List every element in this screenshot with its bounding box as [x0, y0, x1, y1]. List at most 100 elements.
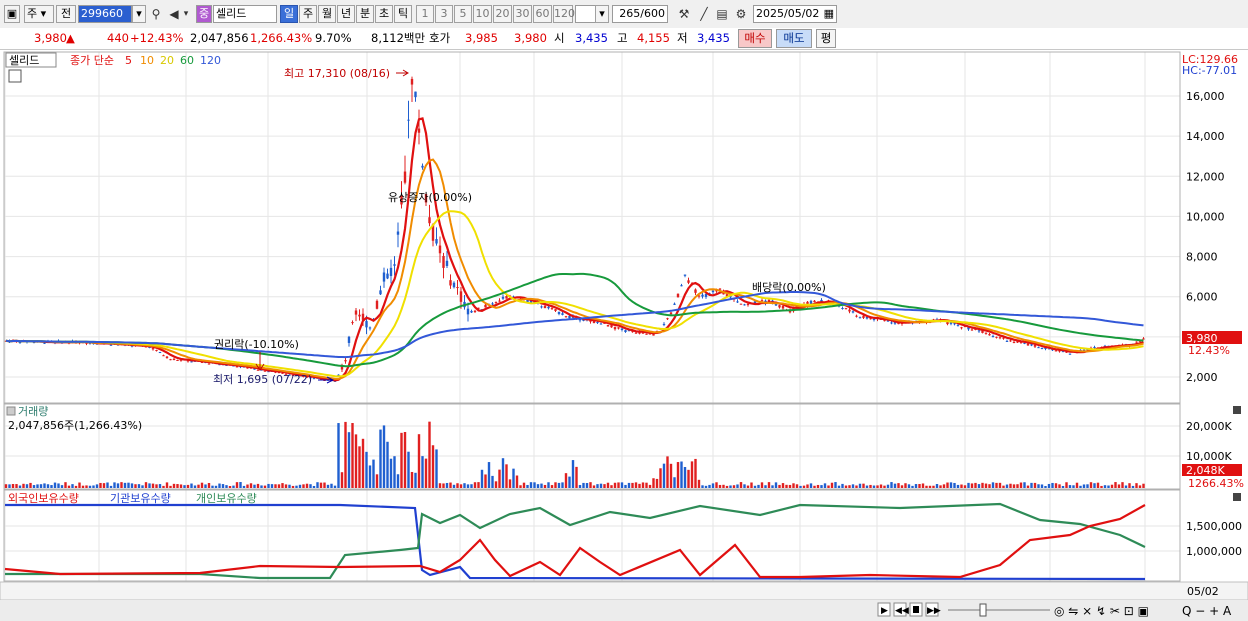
- interval-10[interactable]: 10: [473, 5, 492, 23]
- svg-text:▶: ▶: [881, 606, 888, 616]
- high-label: 고: [617, 31, 628, 45]
- period-minute[interactable]: 분: [356, 5, 374, 23]
- volume-panel-close-icon[interactable]: [1233, 406, 1241, 414]
- ma20-legend: 20: [160, 54, 174, 67]
- last-price-pct: 12.43%: [1188, 344, 1230, 357]
- last-volume-label: 2,048K: [1186, 464, 1225, 477]
- interval-120[interactable]: 120: [553, 5, 575, 23]
- toolbar: ▣ 주 ▾ 전 299660 ▾ ⚲ ◀ ▾ 중 셀리드 일 주 월 년 분 초…: [0, 0, 1248, 29]
- holding-lines: [4, 502, 1146, 581]
- volume-panel-frame: [3, 403, 1181, 490]
- dividend-annotation: 배당락(0.00%): [752, 281, 826, 294]
- moving-average-lines: [5, 117, 1144, 382]
- rights-annotation: 권리락(-10.10%): [214, 338, 299, 351]
- institution-line: [5, 503, 1146, 581]
- ma10-legend: 10: [140, 54, 154, 67]
- price-y-tick: 12,000: [1186, 170, 1225, 183]
- stock-name-field[interactable]: 셀리드: [213, 5, 277, 23]
- period-year[interactable]: 년: [337, 5, 355, 23]
- interval-5[interactable]: 5: [454, 5, 472, 23]
- period-week[interactable]: 주: [299, 5, 317, 23]
- high-price: 4,155: [637, 31, 670, 45]
- price-y-tick: 2,000: [1186, 371, 1218, 384]
- interval-60[interactable]: 60: [533, 5, 552, 23]
- price-change-pct: +12.43%: [130, 31, 184, 45]
- ma20-line: [5, 210, 1144, 378]
- holding-panel-frame: [3, 489, 1181, 582]
- date-input[interactable]: 2025/05/02 ▦: [753, 5, 837, 23]
- svg-text:▶▶: ▶▶: [927, 606, 941, 616]
- period-month[interactable]: 월: [318, 5, 336, 23]
- stock-badge: 중: [196, 5, 212, 23]
- eval-button[interactable]: 평: [816, 29, 836, 48]
- price-y-tick: 6,000: [1186, 291, 1218, 304]
- volume-value: 2,047,856주(1,266.43%): [8, 419, 142, 432]
- period-day[interactable]: 일: [280, 5, 298, 23]
- zoom-tools-icon[interactable]: Q − + A: [1182, 604, 1232, 618]
- period-second[interactable]: 초: [375, 5, 393, 23]
- chart-tools-icon[interactable]: ⚒: [676, 6, 692, 22]
- legend-individual: 개인보유수량: [196, 492, 257, 505]
- speaker-icon[interactable]: ◀: [166, 6, 182, 22]
- stock-code-input[interactable]: 299660: [78, 5, 132, 23]
- ask-price-1: 3,985: [465, 31, 498, 45]
- buy-button[interactable]: 매수: [738, 29, 772, 48]
- high-annotation: 최고 17,310 (08/16): [284, 67, 390, 80]
- grid-toggle-icon[interactable]: [8, 69, 22, 83]
- foreign-line: [4, 504, 1146, 579]
- ma60-legend: 60: [180, 54, 194, 67]
- calendar-icon[interactable]: ▦: [824, 6, 834, 22]
- price-y-tick: 14,000: [1186, 130, 1225, 143]
- speaker-dropdown-icon[interactable]: ▾: [181, 6, 191, 22]
- code-dropdown-icon[interactable]: ▾: [132, 5, 146, 23]
- ma5-legend: 5: [125, 54, 132, 67]
- panel-stock-name: 셀리드: [9, 54, 39, 67]
- trade-amount: 8,112백만: [371, 31, 426, 45]
- ma5-line: [5, 117, 1144, 382]
- open-price: 3,435: [575, 31, 608, 45]
- interval-3[interactable]: 3: [435, 5, 453, 23]
- capital-increase-annotation: 유상증자(0.00%): [388, 191, 472, 204]
- interval-1[interactable]: 1: [416, 5, 434, 23]
- search-icon[interactable]: ⚲: [148, 6, 164, 22]
- low-price: 3,435: [697, 31, 730, 45]
- ask-price-2: 3,980: [514, 31, 547, 45]
- market-mode-select[interactable]: 주 ▾: [24, 5, 54, 23]
- market-mode-label: 주: [27, 7, 38, 20]
- interval-30[interactable]: 30: [513, 5, 532, 23]
- volume-y-tick: 10,000K: [1186, 450, 1232, 463]
- period-tick[interactable]: 틱: [394, 5, 412, 23]
- trade-volume: 2,047,856: [190, 31, 249, 45]
- low-annotation: 최저 1,695 (07/22): [213, 373, 312, 386]
- holding-panel-close-icon[interactable]: [1233, 493, 1241, 501]
- zoom-slider-handle[interactable]: [979, 603, 987, 617]
- legend-institution: 기관보유수량: [110, 492, 171, 505]
- custom-interval-dropdown-icon[interactable]: ▾: [595, 5, 609, 23]
- sell-button[interactable]: 매도: [776, 29, 812, 48]
- interval-20[interactable]: 20: [493, 5, 512, 23]
- save-icon[interactable]: ▤: [714, 6, 730, 22]
- individual-line: [5, 502, 1146, 580]
- price-y-tick: 16,000: [1186, 90, 1225, 103]
- count-input[interactable]: 265/600: [612, 5, 668, 23]
- chart-canvas[interactable]: 16,00014,00012,00010,0008,0006,0004,0002…: [0, 50, 1248, 621]
- count-value: 265: [619, 7, 641, 20]
- window-menu-icon[interactable]: ▣: [4, 5, 20, 23]
- turnover-rate: 9.70%: [315, 31, 352, 45]
- volume-y-tick: 20,000K: [1186, 420, 1232, 433]
- up-arrow-icon: ▲: [66, 31, 75, 45]
- price-y-tick: 8,000: [1186, 251, 1218, 264]
- volume-bars: [4, 421, 1145, 488]
- ask-label: 호가: [429, 31, 451, 45]
- count-total: /600: [640, 7, 665, 20]
- settings-gear-icon[interactable]: ⚙: [733, 6, 749, 22]
- svg-text:◀◀: ◀◀: [895, 606, 909, 616]
- last-volume-pct: 1266.43%: [1188, 477, 1244, 490]
- open-label: 시: [554, 31, 565, 45]
- ma-legend-prefix: 종가 단순: [70, 54, 114, 67]
- ma120-legend: 120: [200, 54, 221, 67]
- drawing-line-icon[interactable]: ╱: [696, 6, 712, 22]
- hc-value: HC:-77.01: [1182, 64, 1237, 77]
- drawing-tools-icon[interactable]: ◎ ⇋ ⨯ ↯ ✂ ⊡ ▣: [1054, 604, 1149, 618]
- prev-button[interactable]: 전: [56, 5, 76, 23]
